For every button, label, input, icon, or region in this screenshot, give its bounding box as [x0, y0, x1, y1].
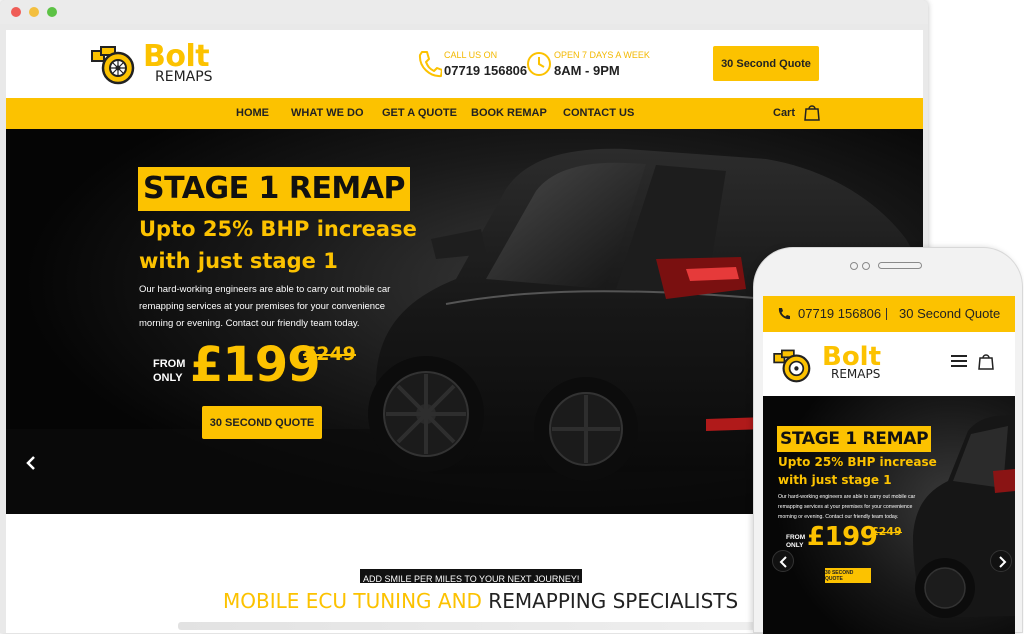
nav-item-contact-us[interactable]: CONTACT US	[563, 107, 634, 119]
hero-description: Our hard-working engineers are able to c…	[139, 284, 391, 329]
close-window-button[interactable]	[11, 7, 21, 17]
mobile-site-logo[interactable]: Bolt REMAPS	[773, 342, 903, 385]
hero-price: £199	[190, 337, 321, 393]
nav-item-book-remap[interactable]: BOOK REMAP	[471, 107, 547, 119]
tagline-text: ADD SMILE PER MILES TO YOUR NEXT JOURNEY…	[363, 574, 580, 584]
hero-subtitle: Upto 25% BHP increase with just stage 1	[139, 217, 417, 273]
phone-icon	[418, 51, 442, 78]
mobile-hero-price: £199	[807, 522, 878, 552]
site-logo[interactable]: Bolt REMAPS	[91, 39, 231, 87]
price-from-label: FROM ONLY	[153, 357, 193, 385]
chevron-left-icon[interactable]	[24, 455, 38, 471]
mobile-quote-link[interactable]: 30 Second Quote	[899, 306, 1000, 321]
tagline-badge: ADD SMILE PER MILES TO YOUR NEXT JOURNEY…	[360, 569, 583, 584]
logo-word-remaps: REMAPS	[155, 69, 213, 85]
header-phone-block[interactable]: CALL US ON 07719 156806	[416, 48, 528, 82]
minimize-window-button[interactable]	[29, 7, 39, 17]
hero-old-price: £249	[303, 343, 356, 365]
mobile-slider-prev-button[interactable]	[772, 550, 794, 572]
nav-item-home[interactable]: HOME	[236, 107, 269, 119]
mobile-hero-slider: STAGE 1 REMAP Upto 25% BHP increase with…	[763, 396, 1015, 634]
hero-quote-button[interactable]: 30 SECOND QUOTE	[202, 406, 322, 439]
hours-value: 8AM - 9PM	[554, 63, 620, 78]
nav-item-what-we-do[interactable]: WHAT WE DO	[291, 107, 364, 119]
nav-item-get-a-quote[interactable]: GET A QUOTE	[382, 107, 457, 119]
chevron-right-icon	[999, 556, 1007, 568]
cart-link[interactable]: Cart	[773, 107, 795, 119]
intro-text-cropped	[178, 622, 768, 630]
maximize-window-button[interactable]	[47, 7, 57, 17]
turbo-logo-icon	[773, 349, 811, 383]
header-quote-button[interactable]: 30 Second Quote	[713, 46, 819, 81]
header-hours-block: OPEN 7 DAYS A WEEK 8AM - 9PM	[526, 48, 656, 82]
mobile-price-only-word: ONLY	[786, 542, 804, 549]
mobile-logo-word-remaps: REMAPS	[831, 367, 881, 381]
hero-title: STAGE 1 REMAP	[143, 171, 406, 206]
hamburger-menu-icon[interactable]	[950, 353, 968, 369]
mobile-price-from-word: FROM	[786, 534, 806, 541]
phone-mockup: 07719 156806 30 Second Quote Bolt REMAPS	[753, 247, 1023, 634]
mobile-hero-title: STAGE 1 REMAP	[780, 429, 929, 449]
section-title-rest: REMAPPING SPECIALISTS	[488, 589, 739, 613]
section-title: MOBILE ECU TUNING AND REMAPPING SPECIALI…	[223, 589, 738, 613]
clock-icon	[527, 52, 551, 76]
shopping-bag-icon[interactable]	[803, 103, 821, 121]
mobile-slider-next-button[interactable]	[990, 550, 1012, 572]
mobile-phone-number[interactable]: 07719 156806	[798, 306, 881, 321]
phone-icon	[778, 308, 790, 320]
price-only-word: ONLY	[153, 372, 183, 384]
mobile-hero-old-price: £249	[871, 525, 902, 538]
turbo-logo-icon	[91, 46, 135, 85]
mobile-price-from-label: FROM ONLY	[786, 534, 808, 550]
browser-titlebar	[0, 0, 928, 24]
phone-sensor	[862, 262, 870, 270]
mobile-hero-description: Our hard-working engineers are able to c…	[778, 494, 916, 520]
hours-label: OPEN 7 DAYS A WEEK	[554, 50, 650, 60]
mobile-hero-quote-button[interactable]: 30 SECOND QUOTE	[825, 568, 871, 583]
shopping-bag-icon[interactable]	[978, 352, 994, 370]
phone-screen: 07719 156806 30 Second Quote Bolt REMAPS	[763, 296, 1015, 634]
phone-speaker	[878, 262, 922, 269]
call-us-label: CALL US ON	[444, 50, 498, 60]
hero-title-badge: STAGE 1 REMAP	[138, 167, 410, 211]
site-header: Bolt REMAPS CALL US ON 07719 156806 OPEN…	[6, 30, 923, 98]
phone-camera	[850, 262, 858, 270]
mobile-topbar: 07719 156806 30 Second Quote	[763, 296, 1015, 332]
price-from-word: FROM	[153, 358, 186, 370]
section-title-highlight: MOBILE ECU TUNING AND	[223, 589, 482, 613]
header-phone-number: 07719 156806	[444, 63, 528, 78]
chevron-left-icon	[779, 556, 787, 568]
mobile-hero-title-badge: STAGE 1 REMAP	[777, 426, 932, 452]
topbar-divider	[886, 308, 887, 320]
mobile-hero-subtitle: Upto 25% BHP increase with just stage 1	[778, 455, 937, 487]
main-nav: HOME WHAT WE DO GET A QUOTE BOOK REMAP C…	[6, 98, 923, 129]
